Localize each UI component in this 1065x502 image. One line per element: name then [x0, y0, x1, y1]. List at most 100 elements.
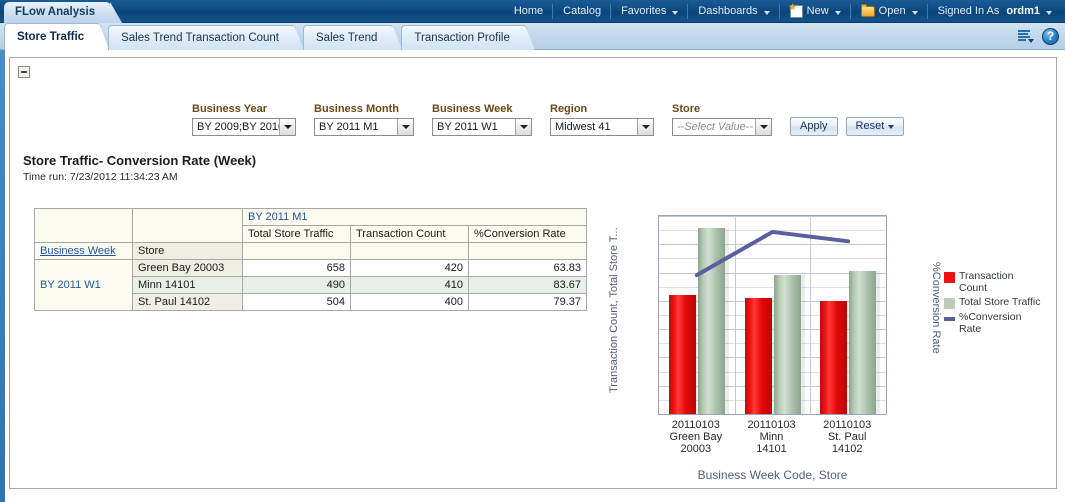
business-year-select[interactable]: BY 2009;BY 2010	[192, 118, 296, 136]
nav-catalog[interactable]: Catalog	[554, 0, 610, 23]
prompt-label: Business Week	[432, 103, 513, 115]
chart-x-category-line: 20003	[680, 443, 712, 455]
chart-y2-tick-mark	[886, 385, 887, 386]
tab-sales-trend[interactable]: Sales Trend	[303, 25, 395, 50]
legend-item[interactable]: Total Store Traffic	[944, 296, 1044, 309]
header-filler-2	[350, 242, 469, 260]
nav-open-label: Open	[878, 5, 906, 17]
table-header-row-group: BY 2011 M1	[34, 208, 587, 243]
prompt-label: Store	[672, 103, 701, 115]
app-brand-tab[interactable]: FLow Analysis	[4, 2, 112, 23]
tab-label: Sales Trend	[316, 32, 378, 44]
chevron-down-icon	[763, 10, 770, 15]
apply-button-label: Apply	[800, 120, 828, 132]
left-rail	[0, 50, 5, 502]
region-select[interactable]: Midwest 41	[550, 118, 654, 136]
prompt-business-week: Business Week BY 2011 W1	[432, 103, 532, 136]
dimension-header-business-week[interactable]: Business Week	[34, 242, 133, 260]
table-header-row-dimensions: Business Week Store	[34, 242, 587, 260]
chart-x-axis-label: Business Week Code, Store	[697, 468, 848, 482]
nav-signed-in-as[interactable]: Signed In As ordm1	[929, 0, 1061, 23]
prompt-label: Region	[550, 103, 588, 115]
cell-conversion-rate: 63.83	[468, 259, 587, 277]
cell-total-store-traffic: 658	[242, 259, 351, 277]
prompt-actions-spacer	[790, 102, 904, 114]
column-group-header: BY 2011 M1	[242, 208, 587, 226]
nav-dashboards[interactable]: Dashboards	[689, 0, 778, 23]
collapse-section-icon[interactable]	[18, 66, 30, 78]
legend-label: Total Store Traffic	[959, 296, 1041, 308]
global-header-bar: FLow Analysis Home Catalog Favorites Das…	[0, 0, 1065, 23]
tab-sales-trend-transaction-count[interactable]: Sales Trend Transaction Count	[108, 25, 297, 50]
cell-total-store-traffic: 490	[242, 276, 351, 294]
business-year-value: BY 2009;BY 2010	[197, 121, 279, 133]
corner-cell-blank-1	[34, 208, 133, 243]
page-title: Store Traffic- Conversion Rate (Week)	[23, 153, 257, 168]
chevron-down-icon[interactable]	[515, 119, 531, 135]
chevron-down-icon	[888, 124, 895, 129]
legend-item[interactable]: %Conversion Rate	[944, 311, 1044, 335]
cell-conversion-rate: 79.37	[468, 293, 587, 311]
reset-button[interactable]: Reset	[845, 117, 905, 136]
tab-store-traffic[interactable]: Store Traffic	[4, 23, 102, 50]
prompt-label: Business Year	[192, 103, 268, 115]
chevron-down-icon[interactable]	[637, 119, 653, 135]
legend-label: Transaction Count	[959, 270, 1014, 294]
measure-header-transaction-count: Transaction Count	[350, 225, 469, 243]
chart-y2-tick-mark	[886, 357, 887, 358]
chart-line-series	[694, 229, 851, 278]
legend-swatch	[944, 272, 955, 283]
dimension-header-store: Store	[132, 242, 243, 260]
corner-cell-blank-2	[132, 208, 243, 243]
row-header-business-week: BY 2011 W1	[34, 259, 133, 311]
nav-open[interactable]: Open	[852, 0, 927, 23]
nav-favorites[interactable]: Favorites	[612, 0, 687, 23]
nav-new[interactable]: New	[781, 0, 850, 23]
apply-button[interactable]: Apply	[790, 117, 838, 136]
global-navigation: Home Catalog Favorites Dashboards New Op…	[505, 0, 1061, 23]
nav-home[interactable]: Home	[505, 0, 552, 23]
legend-item[interactable]: Transaction Count	[944, 270, 1044, 294]
chevron-down-icon	[834, 10, 841, 15]
chevron-down-icon[interactable]	[279, 119, 295, 135]
chevron-down-icon	[672, 10, 679, 15]
chart-y2-tick-mark	[886, 329, 887, 330]
reset-button-label: Reset	[855, 120, 885, 132]
new-page-icon	[789, 5, 803, 18]
chart-x-category-line: 20110103	[823, 419, 872, 431]
row-header-store: St. Paul 14102	[132, 293, 243, 311]
nav-dashboards-label: Dashboards	[698, 5, 758, 17]
chart-x-category: 20110103 St. Paul 14102	[809, 419, 885, 455]
cell-transaction-count: 420	[350, 259, 469, 277]
business-month-value: BY 2011 M1	[319, 121, 379, 133]
dashboard-content: Business Year BY 2009;BY 2010 Business M…	[9, 57, 1057, 489]
prompt-business-year: Business Year BY 2009;BY 2010	[192, 103, 296, 136]
cell-conversion-rate: 83.67	[468, 276, 587, 294]
tab-label: Transaction Profile	[414, 32, 510, 44]
measure-header-conversion-rate: %Conversion Rate	[468, 225, 587, 243]
chevron-down-icon[interactable]	[397, 119, 413, 135]
chevron-down-icon[interactable]	[755, 119, 771, 135]
legend-swatch	[944, 317, 955, 321]
chart-y2-tick-mark	[886, 216, 887, 217]
business-week-select[interactable]: BY 2011 W1	[432, 118, 532, 136]
dashboard-tab-strip: Store Traffic Sales Trend Transaction Co…	[0, 23, 1065, 50]
store-select[interactable]: --Select Value--	[672, 118, 772, 136]
region-value: Midwest 41	[555, 121, 611, 133]
business-month-select[interactable]: BY 2011 M1	[314, 118, 414, 136]
chart-x-category-line: Green Bay	[669, 431, 723, 443]
prompt-business-month: Business Month BY 2011 M1	[314, 103, 414, 136]
signed-in-label: Signed In As	[937, 5, 1000, 17]
table-row: BY 2011 W1 Green Bay 20003 658 420 63.83	[34, 259, 587, 311]
chart-x-category-line: 14101	[756, 443, 787, 455]
header-filler-1	[242, 242, 351, 260]
user-name: ordm1	[1006, 5, 1040, 17]
tab-transaction-profile[interactable]: Transaction Profile	[401, 25, 527, 50]
nav-new-label: New	[806, 5, 829, 17]
chevron-down-icon	[1046, 10, 1052, 15]
page-options-icon[interactable]	[1014, 26, 1036, 46]
folder-icon	[860, 4, 875, 17]
help-icon[interactable]: ?	[1042, 27, 1059, 45]
chart-x-category-line: 14102	[831, 443, 863, 455]
store-value: --Select Value--	[677, 121, 754, 133]
